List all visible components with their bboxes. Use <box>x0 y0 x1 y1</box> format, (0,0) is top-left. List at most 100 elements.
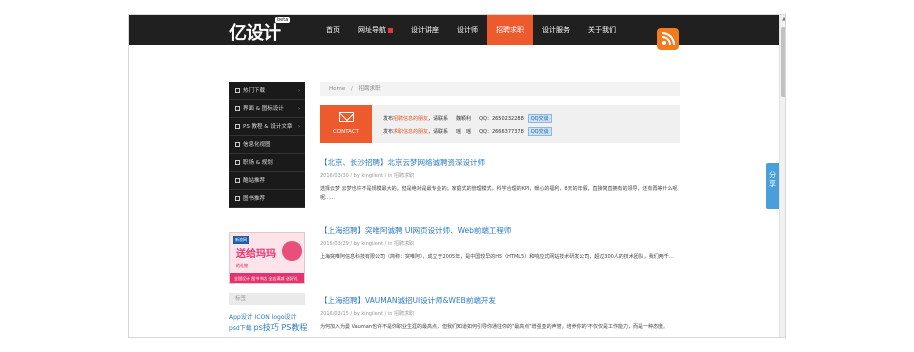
contact-highlight: 求职信息的朋友 <box>393 129 429 135</box>
chevron-right-icon: › <box>298 106 300 112</box>
article-item: 【上海招聘】VAUMAN诚招UI设计师&WEB前端开发 2016/03/15 /… <box>320 295 680 332</box>
contact-highlight: 招聘信息的朋友 <box>393 116 429 122</box>
article-excerpt: 为何加入为曼 Vauman也许不是你职业生涯的最高点，但我们知道如何引导你通往你… <box>320 324 668 330</box>
qq-number: 2666377378 <box>491 129 524 135</box>
nav-label: 设计师 <box>457 26 478 34</box>
nav-item-jobs[interactable]: 招聘求职 <box>487 15 533 45</box>
ui-icon <box>235 106 240 111</box>
scroll-up-arrow-icon[interactable]: ▲ <box>780 15 785 23</box>
sidebar-item-books[interactable]: 图书推荐 <box>229 190 305 208</box>
sidebar-item-downloads[interactable]: 热门下载 › <box>229 82 305 100</box>
tags-heading: 标签 <box>229 293 305 305</box>
nav-label: 关于我们 <box>588 26 616 34</box>
qq-label: QQ： <box>479 116 492 122</box>
top-navigation-bar: 亿设计 beta 首页 网址导航 设计讲座 设计师 招聘求职 设计服务 关于我们 <box>129 15 779 45</box>
nav-label: 招聘求职 <box>496 26 524 34</box>
scrollbar-thumb[interactable] <box>781 27 785 97</box>
sidebar-item-label: 图书推荐 <box>243 196 266 202</box>
tag-line-1[interactable]: App设计 ICON logo设计 <box>229 313 309 323</box>
tag-ps[interactable]: ps技巧 PS教程 <box>254 323 308 332</box>
qq-chat-label: QQ交谈 <box>530 129 549 135</box>
breadcrumb-home[interactable]: Home <box>329 86 345 92</box>
hot-badge-icon <box>388 27 393 33</box>
contact-text: 发布 <box>383 129 394 135</box>
category-sidebar: 热门下载 › 界面 & 图标设计 › PS 教程 & 设计文章 › 信息化视图 职场 … <box>229 82 305 208</box>
breadcrumb-separator: / <box>351 86 353 92</box>
breadcrumb-current: 招聘求职 <box>358 86 381 92</box>
sidebar-item-infographics[interactable]: 信息化视图 <box>229 136 305 154</box>
sidebar-ad-banner[interactable]: 新浪网 送给玛玛 的礼物 全国设计 图书书店 全店满减 送好礼 <box>229 232 305 284</box>
chevron-right-icon: › <box>298 124 300 130</box>
sidebar-item-label: 职场 & 规划 <box>243 160 273 166</box>
article-meta: 2016/03/30 / by kingilent / in 招聘求职 <box>320 173 415 179</box>
article-title[interactable]: 【上海招聘】突唯阿诚聘 UI网页设计师、Web前端工程师 <box>320 225 680 236</box>
nav-label: 设计讲座 <box>411 26 439 34</box>
vertical-scrollbar[interactable]: ▲ <box>779 15 785 337</box>
article-item: 【北京、长沙招聘】北京云梦网络诚聘资深设计师 2016/03/30 / by k… <box>320 157 680 203</box>
contact-text: ，请联系 <box>428 116 449 122</box>
nav-item-directory[interactable]: 网址导航 <box>349 15 402 45</box>
rss-dot <box>662 41 666 45</box>
chart-icon <box>235 142 240 147</box>
nav-item-designers[interactable]: 设计师 <box>448 15 487 45</box>
contact-name: 瑶 瑶 <box>456 129 472 135</box>
site-icon <box>235 178 240 183</box>
qq-chat-label: QQ交谈 <box>530 116 549 122</box>
article-excerpt: 选择云梦 云梦也许不是规模最大的，但是绝对是最专业的；家庭式的管理模式，科学合理… <box>320 186 678 201</box>
share-tab[interactable]: 分享 <box>766 163 779 209</box>
ad-bottom-bar: 全国设计 图书书店 全店满减 送好礼 <box>230 273 304 283</box>
logo-text: 亿设计 <box>229 23 281 44</box>
briefcase-icon <box>235 160 240 165</box>
book-icon <box>235 196 240 201</box>
logo-beta-tag: beta <box>275 17 291 23</box>
article-title[interactable]: 【上海招聘】VAUMAN诚招UI设计师&WEB前端开发 <box>320 295 680 306</box>
sidebar-item-label: PS 教程 & 设计文章 <box>243 124 293 130</box>
nav-item-about[interactable]: 关于我们 <box>579 15 625 45</box>
article-title[interactable]: 【北京、长沙招聘】北京云梦网络诚聘资深设计师 <box>320 157 680 168</box>
sidebar-item-label: 酷站推荐 <box>243 178 266 184</box>
contact-panel: CONTACT 发布招聘信息的朋友，请联系 魏颖利 QQ：2650232288 QQ交… <box>320 105 680 143</box>
site-logo[interactable]: 亿设计 beta <box>229 17 291 44</box>
sidebar-item-label: 热门下载 <box>243 88 266 94</box>
nav-item-lectures[interactable]: 设计讲座 <box>402 15 448 45</box>
rss-icon[interactable] <box>657 28 679 50</box>
qq-chat-button[interactable]: QQ交谈 <box>527 114 552 123</box>
sidebar-item-label: 信息化视图 <box>243 142 271 148</box>
flower-icon <box>282 241 302 261</box>
ps-icon <box>235 124 240 129</box>
sidebar-item-label: 界面 & 图标设计 <box>243 106 284 112</box>
mail-icon <box>339 112 354 122</box>
article-meta: 2016/03/15 / by kingilent / in 招聘求职 <box>320 311 415 317</box>
tag-cloud: App设计 ICON logo设计 psd下载 ps技巧 PS教程 <box>229 313 309 334</box>
main-nav: 首页 网址导航 设计讲座 设计师 招聘求职 设计服务 关于我们 <box>317 15 625 45</box>
contact-button[interactable]: CONTACT <box>320 105 372 143</box>
ad-headline: 送给玛玛 <box>236 249 276 260</box>
article-meta: 2016/03/29 / by kingilent / in 招聘求职 <box>320 241 415 247</box>
sidebar-item-sites[interactable]: 酷站推荐 <box>229 172 305 190</box>
qq-chat-button[interactable]: QQ交谈 <box>527 127 552 136</box>
contact-name: 魏颖利 <box>456 116 472 122</box>
qq-label: QQ： <box>479 129 492 135</box>
breadcrumb: Home / 招聘求职 <box>320 82 680 96</box>
qq-number: 2650232288 <box>491 116 524 122</box>
contact-text: 发布 <box>383 116 394 122</box>
chevron-right-icon: › <box>298 88 300 94</box>
contact-text: ，请联系 <box>428 129 449 135</box>
article-excerpt: 上海突唯阿信息科技有限公司（简称：突唯阿），成立于2005年，是中国较早的H5（… <box>320 254 674 260</box>
sidebar-item-career[interactable]: 职场 & 规划 <box>229 154 305 172</box>
article-item: 【上海招聘】突唯阿诚聘 UI网页设计师、Web前端工程师 2016/03/29 … <box>320 225 680 262</box>
nav-label: 设计服务 <box>542 26 570 34</box>
recruiter-contact-line: 发布招聘信息的朋友，请联系 魏颖利 QQ：2650232288 QQ交谈 <box>383 114 552 123</box>
download-icon <box>235 88 240 93</box>
ad-logo: 新浪网 <box>233 236 249 244</box>
contact-button-label: CONTACT <box>332 129 360 135</box>
sidebar-item-ui-design[interactable]: 界面 & 图标设计 › <box>229 100 305 118</box>
sidebar-item-ps-tutorials[interactable]: PS 教程 & 设计文章 › <box>229 118 305 136</box>
tag-psd[interactable]: psd下载 <box>229 325 252 332</box>
tag-line-2: psd下载 ps技巧 PS教程 <box>229 323 309 334</box>
nav-label: 网址导航 <box>358 26 386 34</box>
browser-viewport: 亿设计 beta 首页 网址导航 设计讲座 设计师 招聘求职 设计服务 关于我们… <box>128 14 786 338</box>
nav-label: 首页 <box>326 26 340 34</box>
nav-item-home[interactable]: 首页 <box>317 15 349 45</box>
nav-item-services[interactable]: 设计服务 <box>533 15 579 45</box>
